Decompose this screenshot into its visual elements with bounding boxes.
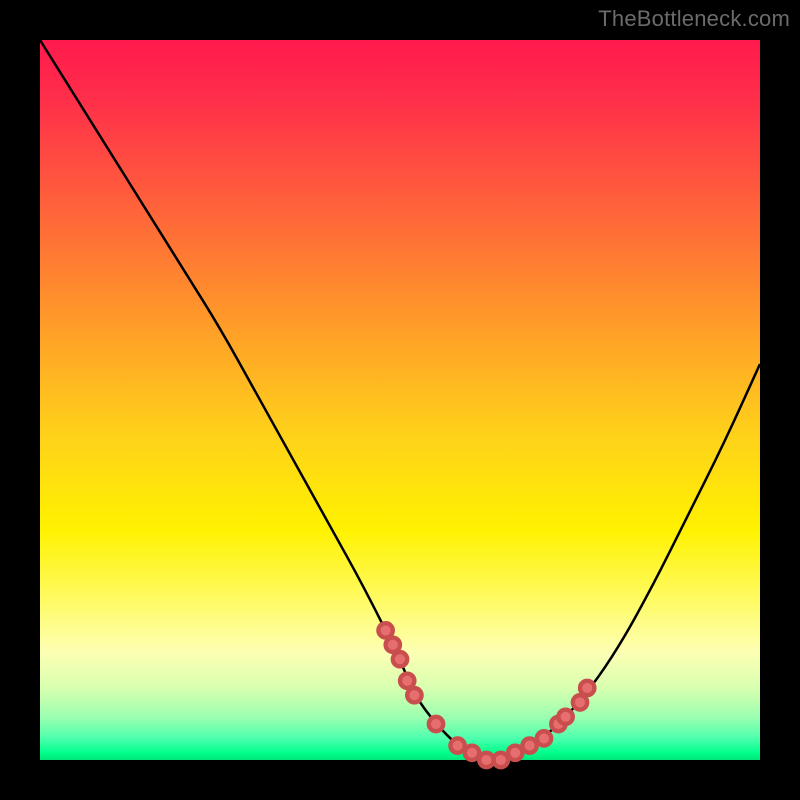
marked-point xyxy=(558,710,572,724)
watermark-text: TheBottleneck.com xyxy=(598,6,790,32)
curve-svg xyxy=(40,40,760,760)
marked-point xyxy=(508,746,522,760)
marked-point xyxy=(573,695,587,709)
marked-point xyxy=(494,753,508,767)
marked-point xyxy=(386,638,400,652)
marked-point xyxy=(450,738,464,752)
marked-points-group xyxy=(378,623,594,767)
marked-point xyxy=(378,623,392,637)
plot-area xyxy=(40,40,760,760)
marked-point xyxy=(537,731,551,745)
chart-frame: TheBottleneck.com xyxy=(0,0,800,800)
marked-point xyxy=(393,652,407,666)
marked-point xyxy=(400,674,414,688)
marked-point xyxy=(465,746,479,760)
marked-point xyxy=(580,681,594,695)
marked-point xyxy=(429,717,443,731)
marked-point xyxy=(407,688,421,702)
marked-point xyxy=(522,738,536,752)
